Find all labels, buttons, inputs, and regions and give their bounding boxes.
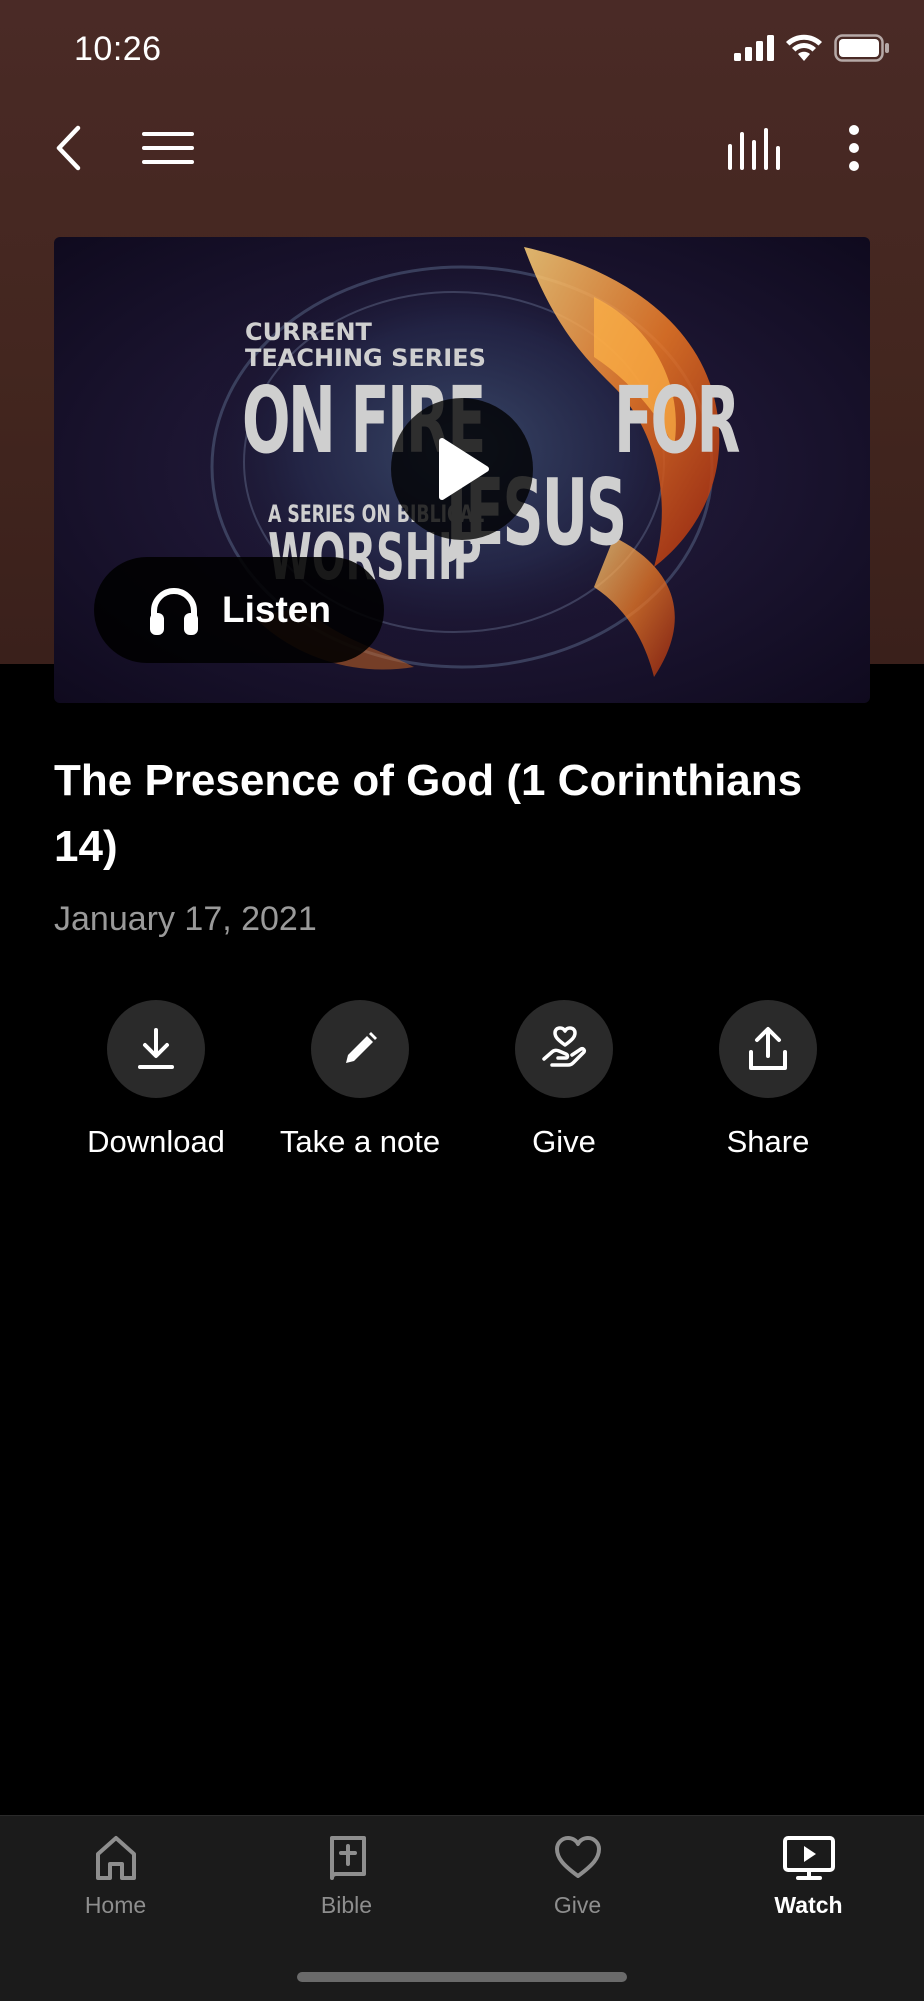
pencil-icon (346, 1032, 377, 1063)
back-button[interactable] (44, 118, 92, 178)
more-vertical-icon (849, 125, 859, 171)
hamburger-menu-icon (142, 132, 194, 164)
audio-levels-button[interactable] (726, 122, 782, 174)
artwork-title-for: FOR (614, 367, 740, 474)
give-heart-hand-icon (542, 1026, 586, 1067)
play-icon (439, 438, 489, 500)
give-action[interactable]: Give (462, 1000, 666, 1160)
bible-icon (329, 1836, 366, 1880)
home-indicator[interactable] (297, 1972, 627, 1982)
download-button[interactable] (107, 1000, 205, 1098)
take-note-label: Take a note (279, 1124, 441, 1159)
tab-home[interactable]: Home (0, 1834, 231, 1919)
tv-play-icon (782, 1836, 835, 1880)
heart-icon (554, 1836, 601, 1878)
tab-watch-label: Watch (774, 1892, 843, 1918)
sermon-title: The Presence of God (1 Corinthians 14) (54, 756, 803, 871)
share-action[interactable]: Share (666, 1000, 870, 1160)
artwork-caption-line1: CURRENT (245, 318, 372, 346)
play-button[interactable] (391, 398, 533, 540)
take-note-button[interactable] (311, 1000, 409, 1098)
download-action[interactable]: Download (54, 1000, 258, 1160)
tab-bible[interactable]: Bible (231, 1834, 462, 1919)
tab-watch[interactable]: Watch (693, 1834, 924, 1919)
give-label: Give (532, 1124, 596, 1159)
tab-home-label: Home (84, 1892, 147, 1918)
download-label: Download (87, 1124, 225, 1159)
listen-button[interactable]: Listen (94, 557, 384, 663)
share-icon (749, 1027, 787, 1070)
give-button[interactable] (515, 1000, 613, 1098)
headphones-icon (150, 588, 198, 635)
equalizer-bars-icon (728, 128, 780, 170)
tab-give-label: Give (553, 1892, 602, 1918)
status-time: 10:26 (74, 30, 162, 68)
menu-button[interactable] (138, 124, 198, 172)
share-button[interactable] (719, 1000, 817, 1098)
listen-label: Listen (222, 589, 331, 630)
battery-icon (834, 34, 889, 62)
download-icon (138, 1028, 174, 1069)
tab-bible-label: Bible (320, 1892, 373, 1918)
more-options-button[interactable] (836, 118, 872, 178)
tab-give[interactable]: Give (462, 1834, 693, 1919)
cellular-signal-icon (734, 35, 774, 61)
take-note-action[interactable]: Take a note (258, 1000, 462, 1160)
home-icon (95, 1836, 136, 1880)
share-label: Share (726, 1124, 810, 1159)
chevron-left-icon (56, 125, 81, 171)
action-row: Download Take a note Give Share (54, 1000, 870, 1170)
status-icons (734, 34, 890, 62)
sermon-date: January 17, 2021 (54, 900, 317, 938)
wifi-icon (786, 34, 822, 61)
